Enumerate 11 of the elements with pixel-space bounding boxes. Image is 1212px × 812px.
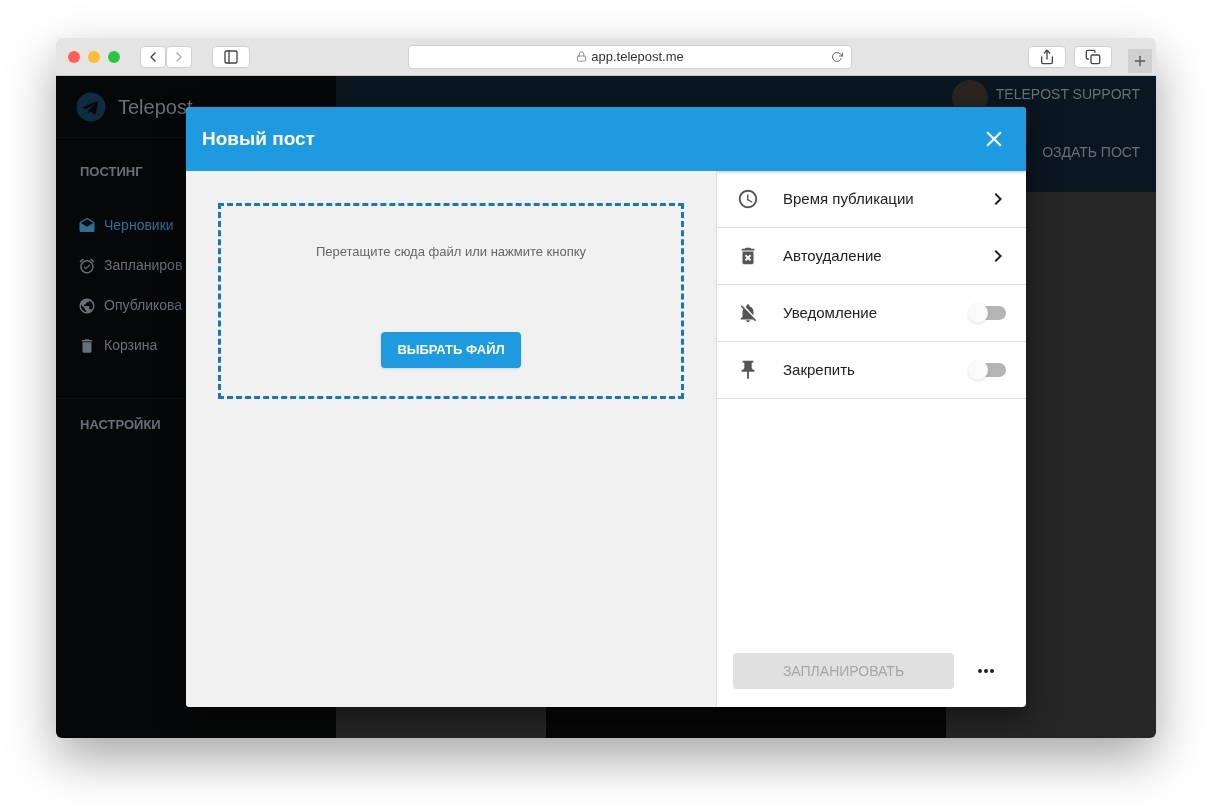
dialog-title: Новый пост — [202, 126, 316, 151]
section-title: ПОСТИНГ — [79, 163, 144, 181]
section-title: НАСТРОЙКИ — [79, 415, 162, 434]
setting-label: Автоудаление — [783, 245, 883, 266]
setting-label: Время публикации — [783, 188, 915, 209]
setting-label: Уведомление — [783, 302, 878, 323]
user-name: TELEPOST SUPPORT — [995, 84, 1140, 104]
app-logo-text: Telepost — [118, 94, 193, 120]
setting-label: Закрепить — [783, 359, 856, 380]
drop-hint: Перетащите сюда файл или нажмите кнопку — [315, 243, 587, 261]
url-text: app.telepost.me — [591, 47, 684, 66]
